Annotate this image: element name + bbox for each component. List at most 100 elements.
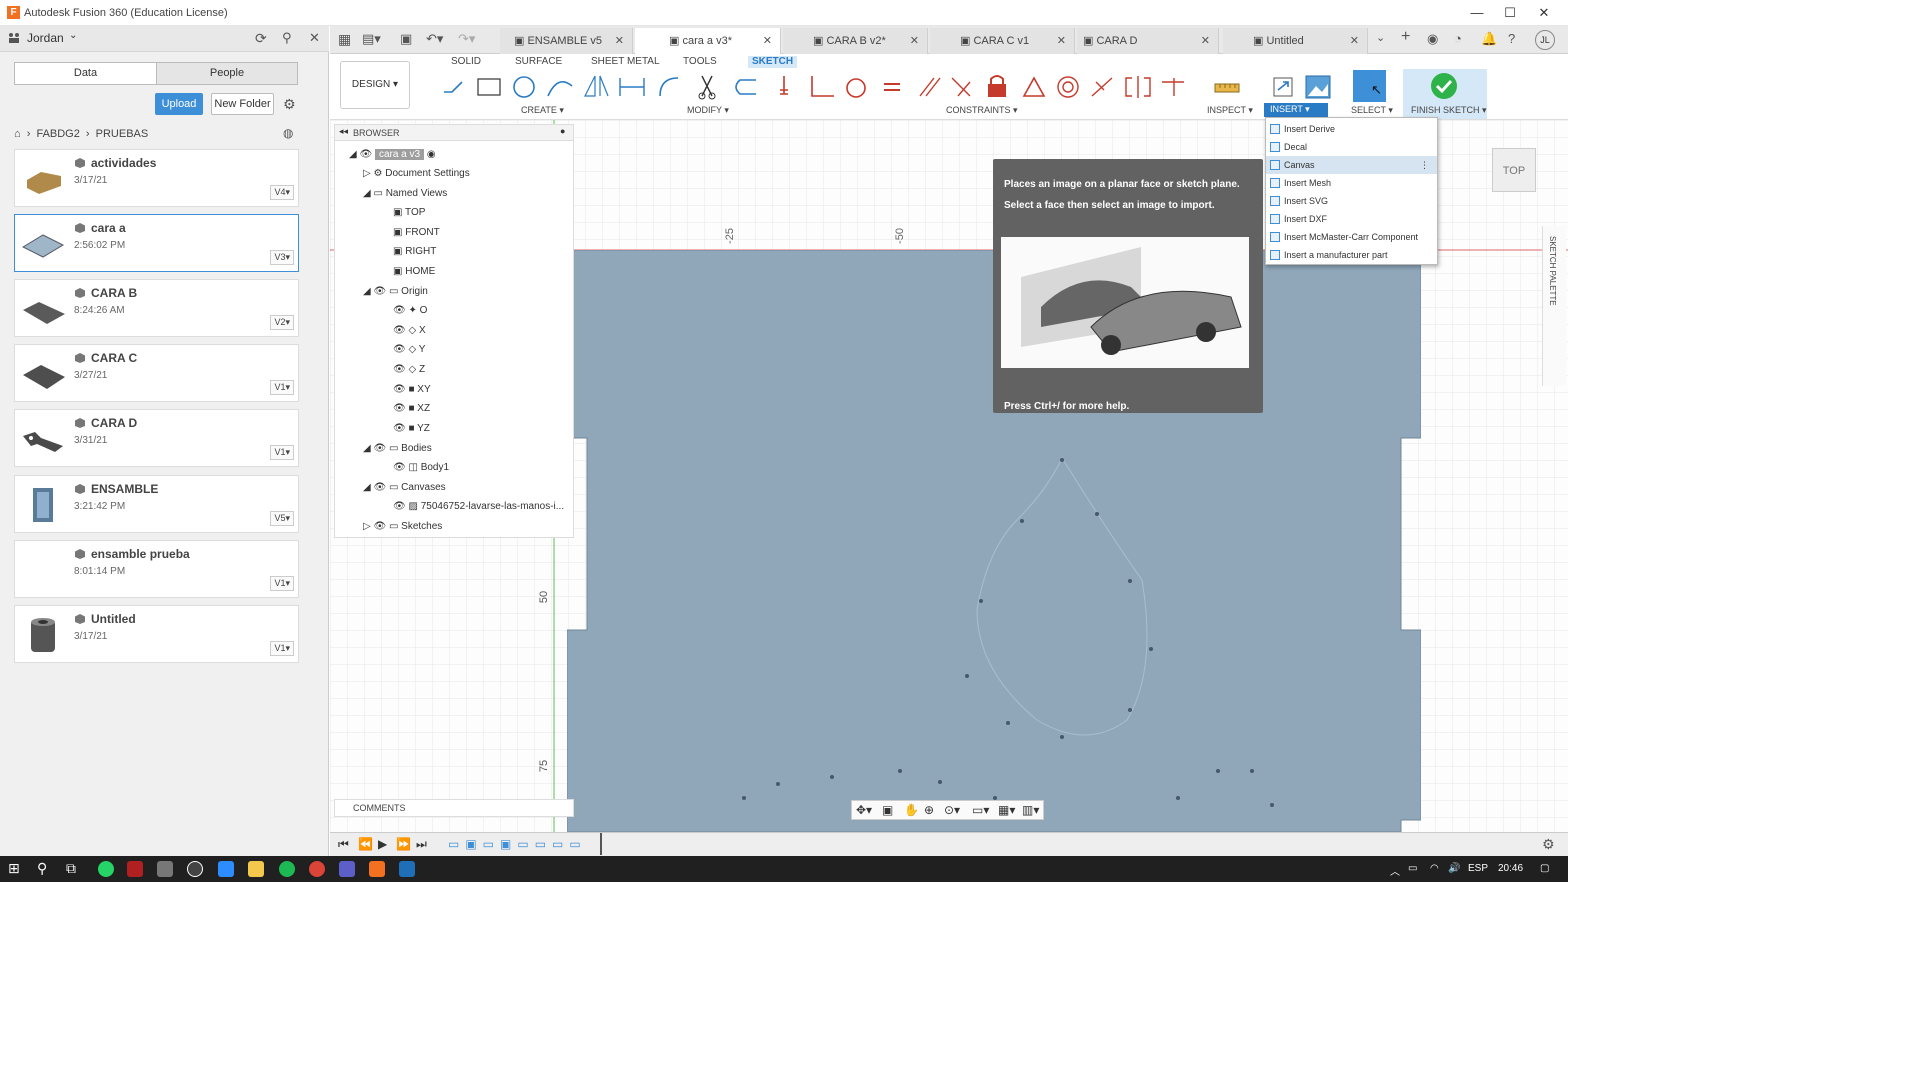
modify-menu[interactable]: MODIFY ▾ [687,105,729,116]
tree-item[interactable]: 👁 ◇ Z [393,361,425,379]
job-status-icon[interactable]: ◔ [1454,31,1462,46]
undo-icon[interactable]: ↶▾ [426,31,443,47]
timeline-settings-icon[interactable]: ⚙ [1542,836,1555,853]
help-icon[interactable]: ? [1508,31,1515,46]
orbit-icon[interactable]: ✥▾ [856,803,872,817]
tree-item[interactable]: 👁 ■ YZ [393,420,430,438]
app-icon[interactable] [127,861,143,877]
menu-item-manufacturer-part[interactable]: Insert a manufacturer part [1266,246,1437,264]
tab-tools[interactable]: TOOLS [683,56,717,68]
tree-item[interactable]: 👁 ■ XY [393,381,431,399]
go-to-end-icon[interactable]: ⏭ [416,837,427,852]
tray-icon[interactable]: ▭ [1408,863,1417,874]
fusion-taskbar-icon[interactable] [369,861,385,877]
chevron-down-icon[interactable]: ⌄ [69,30,77,41]
version-badge[interactable]: V1▾ [270,641,294,656]
tab-sketch[interactable]: SKETCH [748,56,798,68]
clock[interactable]: 20:46 [1498,863,1523,874]
search-icon[interactable]: ⚲ [282,30,292,46]
redo-icon[interactable]: ↷▾ [458,31,475,47]
tab-people[interactable]: People [156,63,297,84]
doc-tab[interactable]: ▣ ENSAMBLE v5 ✕ [500,28,633,54]
menu-item-canvas[interactable]: Canvas ⋮ [1266,156,1437,174]
file-card[interactable]: ensamble prueba 8:01:14 PM V1▾ [14,540,299,598]
constraints-menu[interactable]: CONSTRAINTS ▾ [946,105,1018,116]
version-badge[interactable]: V3▾ [270,250,294,265]
notification-center-icon[interactable]: ▢ [1540,863,1549,874]
tree-item[interactable]: 👁 ■ XZ [393,400,430,418]
breadcrumb-item[interactable]: FABDG2 [36,128,79,140]
tree-item[interactable]: ◢ 👁 ▭ Canvases [363,479,446,497]
step-forward-icon[interactable]: ⏩ [396,837,411,851]
grid-settings-icon[interactable]: ▦▾ [998,803,1015,817]
windows-start-icon[interactable]: ⊞ [8,860,20,877]
timeline-marker[interactable] [600,833,602,855]
zoom-icon[interactable]: ⊕ [924,803,934,817]
look-at-icon[interactable]: ▣ [882,803,893,817]
measure-icon[interactable] [1214,78,1240,98]
menu-item-insert-dxf[interactable]: Insert DXF [1266,210,1437,228]
tree-item[interactable]: ◢ 👁 ▭ Bodies [363,440,432,458]
file-explorer-icon[interactable] [248,861,264,877]
select-menu[interactable]: SELECT ▾ [1351,105,1393,116]
notifications-icon[interactable]: 🔔 [1481,31,1497,47]
gear-icon[interactable]: ⚙ [283,96,296,113]
pin-icon[interactable]: ● [560,126,565,136]
menu-item-insert-svg[interactable]: Insert SVG [1266,192,1437,210]
version-badge[interactable]: V1▾ [270,576,294,591]
play-icon[interactable]: ▶ [378,837,387,851]
tree-item[interactable]: ◢ 👁 ▭ Origin [363,283,428,301]
menu-item-insert-mesh[interactable]: Insert Mesh [1266,174,1437,192]
inspect-menu[interactable]: INSPECT ▾ [1207,105,1253,116]
search-icon[interactable]: ⚲ [37,860,47,877]
pan-icon[interactable]: ✋ [904,803,919,817]
tree-root[interactable]: ◢ 👁 cara a v3 ◉ [349,146,436,164]
close-window-button[interactable]: ✕ [1524,3,1564,23]
create-menu[interactable]: CREATE ▾ [521,105,564,116]
language-indicator[interactable]: ESP [1468,863,1488,874]
file-card[interactable]: CARA D 3/31/21 V1▾ [14,409,299,467]
viewcube[interactable]: TOP [1492,148,1536,192]
collapse-icon[interactable]: ◂◂ [339,126,348,137]
breadcrumb-item[interactable]: PRUEBAS [96,128,149,140]
doc-tab[interactable]: ▣ Untitled ✕ [1223,28,1368,54]
wifi-icon[interactable]: ◠ [1430,863,1439,874]
constraints-tools[interactable] [778,74,1190,100]
task-view-icon[interactable]: ⧉ [66,860,76,877]
app-icon[interactable] [399,861,415,877]
tree-item[interactable]: 👁 ▨ 75046752-lavarse-las-manos-i... [393,498,564,516]
upload-button[interactable]: Upload [155,93,203,115]
tab-data[interactable]: Data [15,63,156,84]
extensions-icon[interactable]: ◉ [1427,31,1438,47]
viewports-icon[interactable]: ▥▾ [1022,803,1039,817]
version-badge[interactable]: V2▾ [270,315,294,330]
tab-overflow-icon[interactable]: ⌄ [1376,31,1385,44]
tree-item[interactable]: 👁 ◇ Y [393,341,425,359]
volume-icon[interactable]: 🔊 [1448,863,1460,874]
file-card[interactable]: actividades 3/17/21 V4▾ [14,149,299,207]
modify-tools[interactable] [656,74,766,100]
zoom-window-icon[interactable]: ⊙▾ [944,803,960,817]
tree-item[interactable]: 👁 ✦ O [393,302,427,320]
tray-overflow-icon[interactable]: ︿ [1390,863,1400,878]
tab-solid[interactable]: SOLID [451,56,481,68]
teams-icon[interactable] [339,861,355,877]
menu-item-decal[interactable]: Decal [1266,138,1437,156]
file-card[interactable]: CARA C 3/27/21 V1▾ [14,344,299,402]
apps-grid-icon[interactable]: ▦ [338,31,351,48]
whatsapp-icon[interactable] [98,861,114,877]
tree-item[interactable]: ▣ HOME [393,263,435,281]
avatar[interactable]: JL [1535,30,1555,50]
close-panel-icon[interactable]: ✕ [309,30,320,46]
user-name[interactable]: Jordan [27,31,64,45]
tree-item[interactable]: 👁 ◇ X [393,322,426,340]
app-icon[interactable] [187,861,203,877]
menu-item-insert-derive[interactable]: Insert Derive [1266,120,1437,138]
refresh-icon[interactable]: ⟳ [255,30,267,47]
tree-item[interactable]: ▷ 👁 ▭ Sketches [363,518,442,536]
workspace-dropdown[interactable]: DESIGN ▾ [340,61,410,109]
display-settings-icon[interactable]: ▭▾ [972,803,989,817]
file-card[interactable]: CARA B 8:24:26 AM V2▾ [14,279,299,337]
chrome-icon[interactable] [309,861,325,877]
comments-panel[interactable]: COMMENTS [334,799,574,817]
